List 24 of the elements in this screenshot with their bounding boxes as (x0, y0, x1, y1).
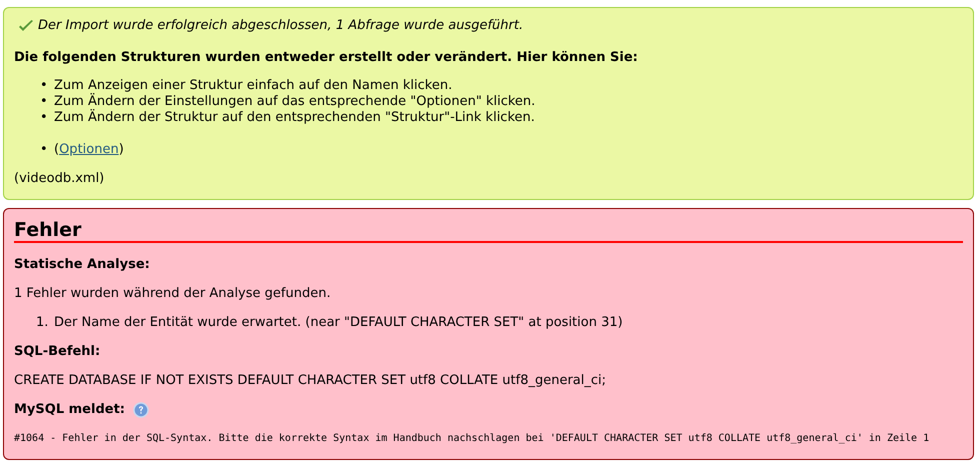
checkmark-icon (18, 19, 34, 33)
mysql-label: MySQL meldet: (14, 402, 125, 418)
list-marker: • (40, 110, 49, 126)
bracket-text: ( (54, 142, 60, 158)
list-marker: • (40, 142, 49, 158)
success-message: Der Import wurde erfolgreich abgeschlossen, 1 Abfrage wurde ausgeführt. (38, 18, 524, 34)
structures-heading: Die folgenden Strukturen wurden entweder erstellt oder verändert. Hier können Sie: (14, 50, 639, 66)
mysql-error-message: #1064 - Fehler in der SQL-Syntax. Bitte die korrekte Syntax im Handbuch nachschlagen bei 'DEFAULT CHARACTER SET utf8 COLLATE utf8_general_ci' in Zeile 1 (14, 432, 930, 445)
file-name: (videodb.xml) (14, 171, 106, 187)
analysis-error-item: Der Name der Entität wurde erwartet. (near "DEFAULT CHARACTER SET" at position 31) (54, 315, 623, 331)
hint-item: Zum Ändern der Einstellungen auf das entsprechende "Optionen" klicken. (54, 94, 536, 109)
hint-item: Zum Ändern der Struktur auf den entsprechenden "Struktur"-Link klicken. (54, 110, 535, 126)
error-title: Fehler (14, 219, 82, 241)
list-marker: • (40, 78, 49, 94)
options-link[interactable]: Optionen (59, 142, 119, 158)
help-icon[interactable] (133, 402, 149, 418)
sql-statement: CREATE DATABASE IF NOT EXISTS DEFAULT CHARACTER SET utf8 COLLATE utf8_general_ci; (14, 373, 608, 389)
sql-label: SQL-Befehl: (14, 344, 102, 360)
list-marker: 1. (36, 315, 50, 331)
analysis-summary: 1 Fehler wurden während der Analyse gefunden. (14, 286, 332, 302)
hint-item: Zum Anzeigen einer Struktur einfach auf den Namen klicken. (54, 78, 452, 93)
analysis-label: Statische Analyse: (14, 257, 151, 273)
list-marker: • (40, 94, 49, 110)
bracket-text: ) (118, 142, 124, 158)
